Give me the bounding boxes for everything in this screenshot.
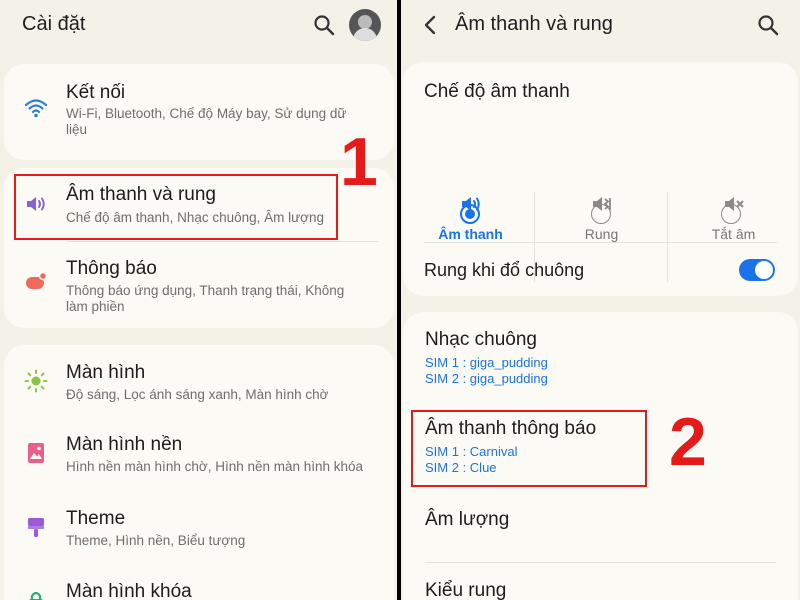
wallpaper-icon xyxy=(28,443,44,463)
sound-vibration-screen: Âm thanh và rung Chế độ âm thanh Âm than… xyxy=(401,0,800,600)
item-title: Kết nối xyxy=(66,82,126,103)
volume-title: Âm lượng xyxy=(425,509,510,530)
lock-icon xyxy=(29,591,43,600)
item-subtitle: Hình nền màn hình chờ, Hình nền màn hình… xyxy=(66,459,364,474)
search-icon[interactable] xyxy=(756,13,780,37)
theme-brush-icon xyxy=(28,518,44,537)
card-sound-mode: Chế độ âm thanh Âm thanh Rung Tắt âm Run… xyxy=(403,62,798,296)
item-title: Màn hình nền xyxy=(66,434,183,455)
wifi-icon xyxy=(24,99,48,118)
page-title: Âm thanh và rung xyxy=(455,13,613,35)
item-title: Thông báo xyxy=(66,258,157,279)
sound-mode-title: Chế độ âm thanh xyxy=(424,81,570,102)
annotation-number-1: 1 xyxy=(340,124,378,200)
vibration-pattern-row[interactable]: Kiểu rung xyxy=(403,566,798,600)
highlight-box-2 xyxy=(411,410,647,487)
item-subtitle: Độ sáng, Lọc ánh sáng xanh, Màn hình chờ xyxy=(66,387,329,402)
ringtone-sim2: SIM 2 : giga_pudding xyxy=(425,371,548,386)
annotation-number-2: 2 xyxy=(669,404,707,480)
search-icon[interactable] xyxy=(312,13,336,37)
divider xyxy=(425,562,776,563)
settings-item-notifications[interactable]: Thông báo Thông báo ứng dụng, Thanh trạn… xyxy=(4,242,394,328)
volume-row[interactable]: Âm lượng xyxy=(403,492,798,546)
settings-item-theme[interactable]: Theme Theme, Hình nền, Biểu tượng xyxy=(4,491,394,565)
item-subtitle: Theme, Hình nền, Biểu tượng xyxy=(66,533,246,548)
settings-item-connections[interactable]: Kết nối Wi-Fi, Bluetooth, Chế độ Máy bay… xyxy=(4,64,394,160)
settings-screen: Cài đặt Kết nối Wi-Fi, Bluetooth, Chế độ… xyxy=(0,0,397,600)
card-display: Màn hình Độ sáng, Lọc ánh sáng xanh, Màn… xyxy=(4,345,394,600)
item-subtitle: Wi-Fi, Bluetooth, Chế độ Máy bay, Sử dụn… xyxy=(66,106,347,137)
brightness-icon xyxy=(24,369,48,393)
sound-header: Âm thanh và rung xyxy=(401,0,800,50)
radio-sound[interactable] xyxy=(460,204,480,224)
radio-mute[interactable] xyxy=(721,204,741,224)
mode-label: Âm thanh xyxy=(438,226,503,242)
mode-label: Rung xyxy=(584,226,619,242)
mode-label: Tắt âm xyxy=(711,226,756,242)
settings-item-lock-screen[interactable]: Màn hình khóa xyxy=(4,565,394,600)
vibration-pattern-title: Kiểu rung xyxy=(425,580,507,600)
item-title: Màn hình xyxy=(66,362,146,383)
highlight-box-1 xyxy=(14,174,338,240)
item-title: Theme xyxy=(66,508,126,529)
card-connections: Kết nối Wi-Fi, Bluetooth, Chế độ Máy bay… xyxy=(4,64,394,160)
settings-header: Cài đặt xyxy=(0,0,397,50)
radio-vibrate[interactable] xyxy=(591,204,611,224)
settings-item-wallpaper[interactable]: Màn hình nền Hình nền màn hình chờ, Hình… xyxy=(4,417,394,491)
vibrate-while-ringing-row[interactable]: Rung khi đổ chuông xyxy=(403,243,798,296)
page-title: Cài đặt xyxy=(22,13,86,35)
back-arrow-icon[interactable] xyxy=(419,13,443,37)
item-title: Màn hình khóa xyxy=(66,581,192,600)
ringtone-sim1: SIM 1 : giga_pudding xyxy=(425,355,548,370)
ringtone-title: Nhạc chuông xyxy=(425,329,537,350)
ringtone-row[interactable]: Nhạc chuông SIM 1 : giga_pudding SIM 2 :… xyxy=(403,312,798,394)
item-subtitle: Thông báo ứng dụng, Thanh trạng thái, Kh… xyxy=(66,283,345,314)
vibrate-while-ringing-toggle[interactable] xyxy=(739,259,775,281)
notification-icon xyxy=(26,271,48,289)
avatar[interactable] xyxy=(349,9,381,41)
vibrate-while-ringing-label: Rung khi đổ chuông xyxy=(424,260,585,280)
settings-item-display[interactable]: Màn hình Độ sáng, Lọc ánh sáng xanh, Màn… xyxy=(4,345,394,417)
